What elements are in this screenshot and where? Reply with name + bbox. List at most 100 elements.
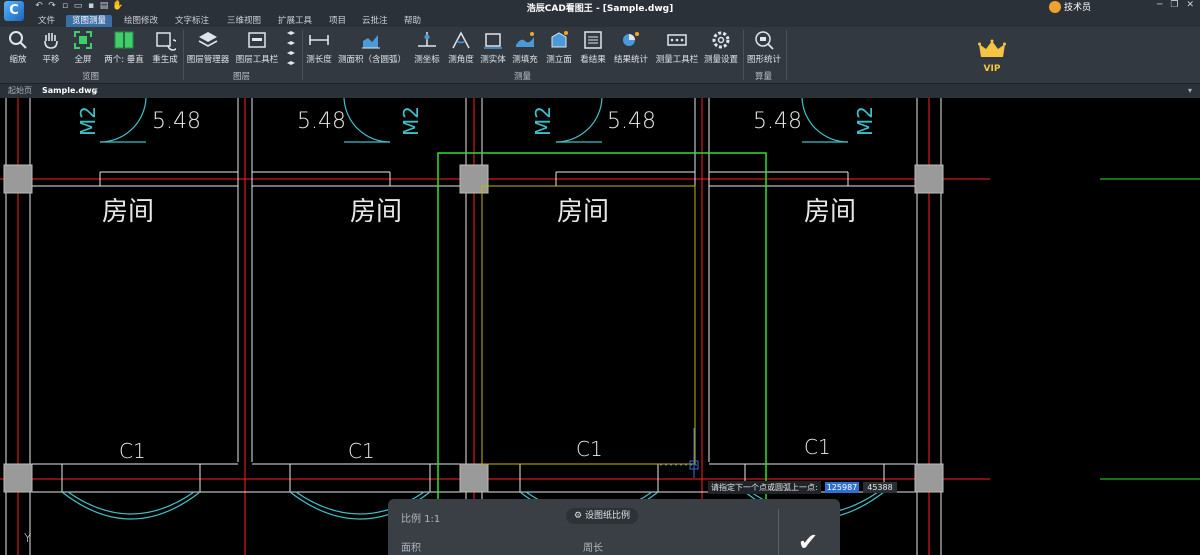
tabs-dropdown-icon[interactable]: ▾ [1184,85,1196,97]
measure-solid-button[interactable]: 测实体 [478,29,508,65]
app-logo-icon[interactable]: C [4,1,24,21]
elevation-icon [551,31,568,48]
door-swings [61,98,885,520]
fullscreen-button[interactable]: 全屏 [70,29,96,65]
tab-file[interactable]: 文件 [32,15,61,27]
window-tag-4: C1 [804,435,831,459]
measure-panel: 比例 1:1 ⚙ 设图纸比例 面积 周长 ✔ [388,499,840,555]
door-tag-2: M2 [399,106,423,136]
panel-divider [778,509,779,555]
measure-settings-button[interactable]: 测量设置 [702,29,740,65]
tab-draw-modify[interactable]: 绘图修改 [118,15,164,27]
drawing-texts: 5.48 5.48 5.48 5.48 房间 房间 房间 房间 C1 C1 C1… [24,109,856,545]
command-prompt: 请指定下一个点或圆弧上一点: 125987 45388 [708,481,897,494]
view-result-button[interactable]: 看结果 [578,29,608,65]
door-dim-3: 5.48 [607,109,656,134]
measure-coord-button[interactable]: 测坐标 [412,29,442,65]
result-stats-label: 结果统计 [613,55,648,65]
ribbon: 缩放 平移 全屏 两个: 垂直 重生成 览图 图层管理器 图层工具栏 图层 测长… [0,27,1200,84]
window-tag-3: C1 [576,437,603,461]
minimize-icon[interactable]: ─ [1157,0,1162,10]
door-tag-4: M2 [853,106,877,136]
coord-x-input[interactable]: 125987 [824,482,860,493]
layer-toolbar-label: 图层工具栏 [235,55,279,65]
door-dim-2: 5.48 [297,109,346,134]
drawing-canvas[interactable]: 5.48 5.48 5.48 5.48 房间 房间 房间 房间 C1 C1 C1… [0,98,1200,555]
measure-elevation-button[interactable]: 测立面 [544,29,574,65]
tab-project[interactable]: 项目 [323,15,352,27]
measure-area-button[interactable]: 测面积（含圆弧） [338,29,407,65]
user-account[interactable]: 技术员 [1049,0,1091,13]
measure-area-label: 测面积（含圆弧） [338,55,407,65]
coordinate-icon [418,32,436,47]
solid-icon [484,33,502,49]
tab-start-page[interactable]: 起始页 [4,85,36,97]
ribbon-separator [183,30,184,80]
measure-fill-button[interactable]: 测填充 [510,29,540,65]
room-label-1: 房间 [102,197,154,227]
menu-bar: 文件 览图测量 绘图修改 文字标注 三维视图 扩展工具 项目 云批注 帮助 [0,14,1200,27]
shape-stats-button[interactable]: 图形统计 [745,29,783,65]
maximize-icon[interactable]: ❐ [1170,0,1178,10]
door-tag-1: M2 [76,106,100,136]
area-label: 面积 [401,543,421,554]
measure-angle-button[interactable]: 测角度 [446,29,476,65]
measure-toolbar-button[interactable]: 测量工具栏 [654,29,700,65]
measure-length-label: 测长度 [306,55,332,65]
door-dim-4: 5.48 [753,109,802,134]
pan-button[interactable]: 平移 [38,29,64,65]
measure-fill-label: 测填充 [512,55,538,65]
layer-toolbar-button[interactable]: 图层工具栏 [234,29,280,65]
measure-coord-label: 测坐标 [414,55,440,65]
user-name: 技术员 [1064,3,1092,13]
tab-text-annotate[interactable]: 文字标注 [169,15,215,27]
group-calc-label: 算量 [755,72,773,82]
layer-manager-button[interactable]: 图层管理器 [186,29,230,65]
close-tab-icon[interactable]: ✕ [88,85,103,97]
tab-3d-view[interactable]: 三维视图 [221,15,267,27]
coord-y-input[interactable]: 45388 [863,482,897,493]
settings-icon: ⚙ [574,511,585,521]
cursor-crosshair [660,428,700,478]
regenerate-label: 重生成 [152,55,178,65]
two-vertical-button[interactable]: 两个: 垂直 [102,29,146,65]
result-stats-button[interactable]: 结果统计 [611,29,651,65]
zoom-button[interactable]: 缩放 [4,29,32,65]
tab-cloud-annotate[interactable]: 云批注 [356,15,394,27]
door-tag-3: M2 [531,106,555,136]
measure-length-button[interactable]: 测长度 [304,29,334,65]
layer-tools-small-button[interactable] [284,29,298,72]
vip-label: VIP [983,64,1001,74]
ribbon-separator [743,30,744,80]
ruler-length-icon [309,35,329,45]
measure-solid-label: 测实体 [480,55,506,65]
two-vertical-label: 两个: 垂直 [104,55,144,65]
zoom-label: 缩放 [9,55,27,65]
set-scale-label: 设图纸比例 [584,511,630,521]
tab-extend-tools[interactable]: 扩展工具 [272,15,318,27]
layer-toolbar-icon [248,32,266,48]
hand-pan-icon [44,33,58,49]
magnifier-icon [9,31,27,49]
regenerate-icon [156,32,176,51]
layer-manager-label: 图层管理器 [186,55,230,65]
tab-help[interactable]: 帮助 [398,15,427,27]
far-right-green-lines [1100,178,1200,480]
ucs-y-label: Y [24,531,32,545]
measure-toolbar-label: 测量工具栏 [655,55,699,65]
gear-icon [712,31,730,49]
fill-icon [516,32,534,47]
confirm-check-icon[interactable]: ✔ [793,529,823,555]
document-tabs: 起始页 Sample.dwg ✕ ▾ [0,84,1200,98]
fullscreen-label: 全屏 [74,55,92,65]
pan-label: 平移 [42,55,60,65]
scale-readout: 比例 1:1 [401,514,441,525]
regenerate-button[interactable]: 重生成 [150,29,180,65]
layers-icon [198,32,218,47]
close-icon[interactable]: ✕ [1186,0,1194,10]
fullscreen-icon [74,31,92,49]
set-scale-button[interactable]: ⚙ 设图纸比例 [566,508,638,524]
tab-browse-measure[interactable]: 览图测量 [66,15,113,27]
vip-badge[interactable]: VIP [978,39,1006,74]
angle-icon [452,31,470,49]
